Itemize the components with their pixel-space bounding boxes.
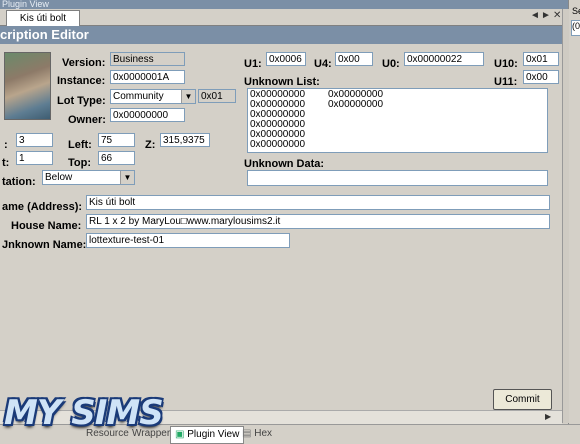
u4-label: U4: xyxy=(314,58,332,70)
house-name-field[interactable]: RL 1 x 2 by MaryLou□www.marylousims2.it xyxy=(86,214,550,229)
owner-field[interactable]: 0x00000000 xyxy=(110,108,185,122)
version-label: Version: xyxy=(62,57,106,69)
unknown-name-label: Jnknown Name: xyxy=(2,239,87,251)
rotation-select[interactable]: Below ▼ xyxy=(42,170,135,185)
height-field[interactable]: 1 xyxy=(16,151,53,165)
u0-field[interactable]: 0x00000022 xyxy=(404,52,484,66)
side-panel: Se (0 xyxy=(568,0,580,443)
name-field[interactable]: Kis úti bolt xyxy=(86,195,550,210)
width-field[interactable]: 3 xyxy=(16,133,53,147)
unknown-list-col2: 0x00000000 0x00000000 xyxy=(328,90,383,110)
lot-thumbnail-image xyxy=(4,52,51,120)
width-label: : xyxy=(4,139,8,151)
side-panel-field[interactable]: (0 xyxy=(571,20,580,36)
unknown-name-field[interactable]: lottexture-test-01 xyxy=(86,233,290,248)
rotation-label: tation: xyxy=(2,176,36,188)
unknown-list-col1: 0x00000000 0x00000000 0x00000000 0x00000… xyxy=(250,90,305,150)
lot-type-label: Lot Type: xyxy=(57,95,106,107)
vertical-scrollbar[interactable] xyxy=(562,9,569,423)
instance-label: Instance: xyxy=(57,75,106,87)
u10-field[interactable]: 0x01 xyxy=(523,52,559,66)
scroll-right-icon[interactable]: ▶ xyxy=(545,412,551,421)
house-name-label: House Name: xyxy=(11,220,82,232)
left-label: Left: xyxy=(68,139,92,151)
u0-label: U0: xyxy=(382,58,400,70)
lot-type-value: Community xyxy=(113,91,164,102)
tab-plugin-view-label: Plugin View xyxy=(187,429,240,440)
u1-field[interactable]: 0x0006 xyxy=(266,52,306,66)
unknown-list-label: Unknown List: xyxy=(244,76,320,88)
owner-label: Owner: xyxy=(68,114,106,126)
unknown-data-label: Unknown Data: xyxy=(244,158,325,170)
u4-field[interactable]: 0x00 xyxy=(335,52,373,66)
u11-field[interactable]: 0x00 xyxy=(523,70,559,84)
list-item[interactable]: 0x00000000 xyxy=(328,100,383,110)
tab-scroll-right-icon[interactable]: ► xyxy=(541,10,551,21)
u11-label: U11: xyxy=(494,76,518,88)
plugin-view-tab-icon: ▣ xyxy=(175,429,185,440)
tab-close-icon[interactable]: ✕ xyxy=(553,10,561,21)
top-label: Top: xyxy=(68,157,92,169)
unknown-data-field[interactable] xyxy=(247,170,548,186)
editor-title: cription Editor xyxy=(0,26,562,44)
chevron-down-icon[interactable]: ▼ xyxy=(120,171,134,184)
left-field[interactable]: 75 xyxy=(98,133,135,147)
z-label: Z: xyxy=(145,139,156,151)
side-panel-title: Se xyxy=(572,6,580,16)
window-title: Plugin View xyxy=(0,0,570,9)
z-field[interactable]: 315,9375 xyxy=(160,133,210,147)
chevron-down-icon[interactable]: ▼ xyxy=(181,90,195,103)
tab-hex-label: Hex xyxy=(254,428,273,439)
version-field: Business xyxy=(110,52,185,66)
lot-type-code: 0x01 xyxy=(198,89,236,103)
height-label: t: xyxy=(2,157,10,169)
commit-button[interactable]: Commit xyxy=(493,389,552,410)
tab-scroll-left-icon[interactable]: ◄ xyxy=(530,10,540,21)
u1-label: U1: xyxy=(244,58,262,70)
tab-strip xyxy=(0,9,568,26)
rotation-value: Below xyxy=(45,172,73,183)
tab-plugin-view[interactable]: ▣ Plugin View xyxy=(170,426,245,444)
instance-field[interactable]: 0x0000001A xyxy=(110,70,185,84)
unknown-list[interactable]: 0x00000000 0x00000000 0x00000000 0x00000… xyxy=(247,88,548,153)
top-field[interactable]: 66 xyxy=(98,151,135,165)
hex-tab-icon: ▤ xyxy=(242,428,252,439)
list-item[interactable]: 0x00000000 xyxy=(250,140,305,150)
watermark-logo: MY SIMS xyxy=(4,393,164,433)
u10-label: U10: xyxy=(494,58,518,70)
tab-hex[interactable]: ▤ Hex xyxy=(238,426,276,442)
lot-type-select[interactable]: Community ▼ xyxy=(110,89,196,104)
document-tab[interactable]: Kis úti bolt xyxy=(6,10,80,26)
name-label: ame (Address): xyxy=(2,201,83,213)
